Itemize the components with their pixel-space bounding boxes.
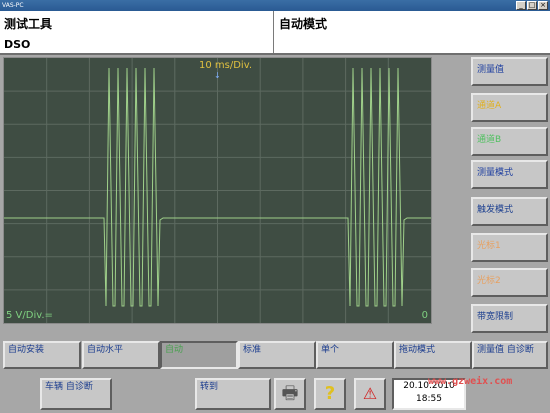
watermark-text: www.gzweix.com bbox=[428, 376, 513, 387]
window-title: VAS-PC bbox=[2, 2, 24, 9]
side-channel-b-button[interactable]: 通道B bbox=[471, 127, 548, 156]
side-measurement-button[interactable]: 测量值 bbox=[471, 57, 548, 86]
side-channel-a-button[interactable]: 通道A bbox=[471, 93, 548, 122]
close-icon[interactable]: × bbox=[538, 1, 548, 10]
window-titlebar: VAS-PC _ □ × bbox=[0, 0, 550, 11]
vehicle-diagnosis-button[interactable]: 车辆 自诊断 bbox=[40, 378, 112, 410]
oscilloscope-display[interactable]: 10 ms/Div. ↓ 5 V/Div.= 0 bbox=[3, 57, 432, 324]
single-button[interactable]: 单个 bbox=[316, 341, 394, 369]
volt-div-label: 5 V/Div.= bbox=[6, 310, 53, 321]
vas-pc-window: VAS-PC _ □ × 测试工具 DSO 自动模式 10 ms/Div. ↓ … bbox=[0, 0, 550, 413]
help-icon: ? bbox=[324, 383, 336, 404]
zero-marker: 0 bbox=[421, 310, 428, 321]
warning-button[interactable]: ⚠ bbox=[354, 378, 386, 410]
header-right: 自动模式 bbox=[275, 11, 550, 53]
goto-button[interactable]: 转到 bbox=[195, 378, 271, 410]
page-subtitle: DSO bbox=[4, 38, 31, 51]
scope-graph bbox=[4, 58, 431, 323]
printer-icon: 🖶 bbox=[281, 383, 299, 404]
maximize-icon[interactable]: □ bbox=[527, 1, 537, 10]
side-cursor2-button[interactable]: 光标2 bbox=[471, 268, 548, 297]
time-label: 18:55 bbox=[416, 394, 442, 404]
minimize-icon[interactable]: _ bbox=[516, 1, 526, 10]
side-trigger-mode-button[interactable]: 触发模式 bbox=[471, 197, 548, 226]
page-title: 测试工具 bbox=[4, 17, 53, 31]
warning-icon: ⚠ bbox=[362, 384, 378, 403]
time-base-label: 10 ms/Div. bbox=[199, 60, 253, 71]
auto-button[interactable]: 自动 bbox=[160, 341, 238, 369]
auto-setup-button[interactable]: 自动安装 bbox=[3, 341, 81, 369]
print-button[interactable]: 🖶 bbox=[274, 378, 306, 410]
standard-button[interactable]: 标准 bbox=[238, 341, 316, 369]
trigger-marker-icon[interactable]: ↓ bbox=[214, 71, 221, 80]
help-button[interactable]: ? bbox=[314, 378, 346, 410]
auto-level-button[interactable]: 自动水平 bbox=[82, 341, 160, 369]
header-bar: 测试工具 DSO 自动模式 bbox=[0, 11, 550, 55]
window-controls: _ □ × bbox=[516, 1, 548, 10]
mode-title: 自动模式 bbox=[279, 17, 328, 31]
side-bandwidth-button[interactable]: 带宽限制 bbox=[471, 304, 548, 333]
drag-mode-button[interactable]: 拖动模式 bbox=[394, 341, 472, 369]
header-left: 测试工具 DSO bbox=[0, 11, 274, 53]
measure-diag-button[interactable]: 测量值 自诊断 bbox=[472, 341, 548, 369]
side-cursor1-button[interactable]: 光标1 bbox=[471, 233, 548, 262]
side-measure-mode-button[interactable]: 测量模式 bbox=[471, 160, 548, 189]
